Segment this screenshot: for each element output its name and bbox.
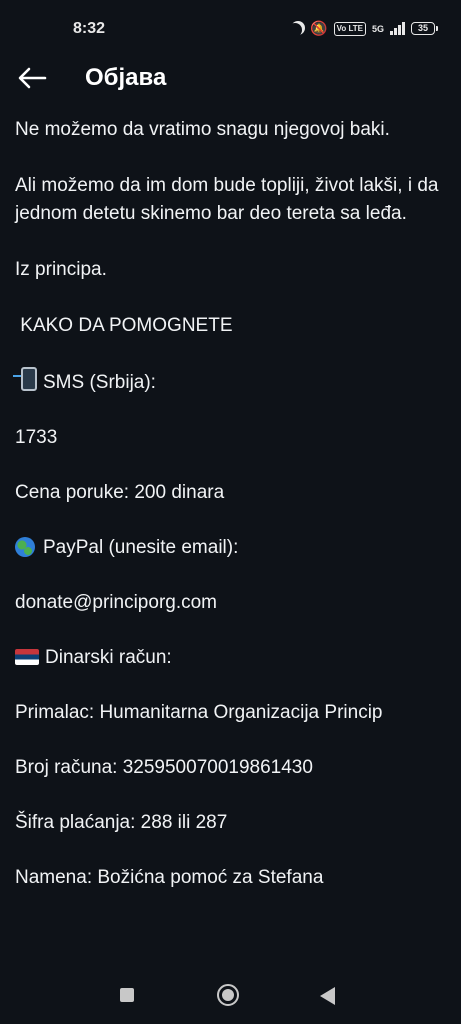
arrow-left-icon xyxy=(18,67,47,89)
dinar-line: Dinarski račun: xyxy=(15,644,450,672)
status-bar: 8:32 🔕 Vo LTE 5G 35 xyxy=(0,0,461,60)
sms-line: SMS (Srbija): xyxy=(13,367,450,397)
app-header: Објава xyxy=(0,56,461,102)
sms-price: Cena poruke: 200 dinara xyxy=(15,482,225,503)
paypal-line: PayPal (unesite email): xyxy=(15,534,450,562)
serbia-flag-icon xyxy=(15,649,39,665)
paypal-label: PayPal (unesite email): xyxy=(43,537,239,558)
bell-off-icon: 🔕 xyxy=(310,20,328,36)
post-line: Ne možemo da vratimo snagu njegovoj baki… xyxy=(15,119,390,140)
home-button[interactable] xyxy=(217,984,239,1006)
signal-icon xyxy=(390,22,405,35)
recipient: Primalac: Humanitarna Organizacija Princ… xyxy=(15,702,383,723)
globe-icon xyxy=(15,537,35,557)
dinar-label: Dinarski račun: xyxy=(45,647,172,668)
account-number[interactable]: Broj računa: 325950070019861430 xyxy=(15,754,450,782)
paypal-email-link[interactable]: donate@principorg.com xyxy=(15,589,450,617)
volte-icon: Vo LTE xyxy=(333,21,366,36)
back-button[interactable] xyxy=(14,60,50,96)
do-not-disturb-icon xyxy=(288,23,302,37)
post-body: Ne možemo da vratimo snagu njegovoj baki… xyxy=(13,116,450,892)
payment-code: Šifra plaćanja: 288 ili 287 xyxy=(15,812,228,833)
page-title: Објава xyxy=(85,64,167,91)
mobile-phone-arrow-icon xyxy=(13,367,37,391)
sms-label: SMS (Srbija): xyxy=(43,372,156,393)
status-icons: 🔕 Vo LTE 5G 35 xyxy=(288,20,438,37)
battery-icon: 35 xyxy=(411,22,438,35)
recents-button[interactable] xyxy=(120,988,134,1002)
network-type: 5G xyxy=(371,23,384,34)
system-nav-bar xyxy=(0,966,461,1024)
sms-number[interactable]: 1733 xyxy=(15,424,450,452)
post-paragraph: Ali možemo da im dom bude topliji, život… xyxy=(15,175,439,224)
post-line: Iz principa. xyxy=(15,259,107,280)
payment-purpose: Namena: Božićna pomoć za Stefana xyxy=(15,867,324,888)
nav-back-button[interactable] xyxy=(320,987,335,1005)
post-heading: KAKO DA POMOGNETE xyxy=(15,315,233,336)
status-time: 8:32 xyxy=(73,20,106,37)
